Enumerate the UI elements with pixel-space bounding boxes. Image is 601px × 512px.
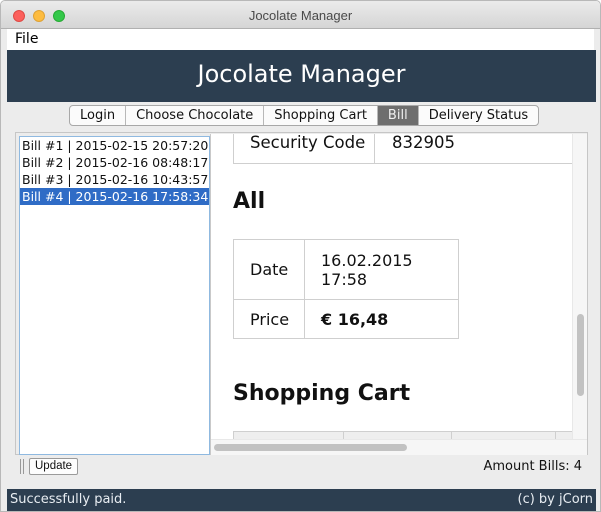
- update-button[interactable]: Update: [29, 458, 79, 475]
- table-divider: [374, 134, 375, 164]
- bill-list-item-selected[interactable]: Bill #4 | 2015-02-16 17:58:34: [20, 188, 209, 205]
- bill-list-item[interactable]: Bill #1 | 2015-02-15 20:57:20: [20, 137, 209, 154]
- status-message: Successfully paid.: [10, 492, 127, 507]
- security-code-label: Security Code: [250, 134, 366, 152]
- price-label: Price: [233, 299, 305, 339]
- bill-list[interactable]: Bill #1 | 2015-02-15 20:57:20 Bill #2 | …: [19, 136, 210, 455]
- horizontal-scrollbar[interactable]: [211, 439, 587, 455]
- bill-toolbar: Update Amount Bills: 4: [15, 456, 588, 478]
- bill-detail-view: Security Code 832905 All Date 16.02.2015…: [210, 134, 587, 455]
- amount-bills-label: Amount Bills: 4: [483, 459, 582, 474]
- tab-login[interactable]: Login: [70, 106, 127, 125]
- tab-bill[interactable]: Bill: [377, 106, 419, 125]
- header-title: Jocolate Manager: [197, 60, 406, 88]
- tab-bar: Login Choose Chocolate Shopping Cart Bil…: [69, 105, 540, 126]
- copyright-text: (c) by jCorn: [517, 492, 594, 507]
- tab-choose-chocolate[interactable]: Choose Chocolate: [126, 106, 265, 125]
- security-code-row: Security Code 832905: [233, 134, 573, 164]
- app-window: Jocolate Manager File Jocolate Manager L…: [0, 0, 601, 512]
- tab-delivery-status[interactable]: Delivery Status: [419, 106, 539, 125]
- security-code-value: 832905: [392, 134, 455, 152]
- bill-list-item[interactable]: Bill #3 | 2015-02-16 10:43:57: [20, 171, 209, 188]
- menu-file[interactable]: File: [15, 31, 38, 47]
- bill-info-table: Date 16.02.2015 17:58 Price € 16,48: [233, 239, 459, 339]
- app-header: Jocolate Manager: [7, 50, 596, 102]
- horizontal-scroll-thumb[interactable]: [214, 444, 407, 451]
- bill-list-item[interactable]: Bill #2 | 2015-02-16 08:48:17: [20, 154, 209, 171]
- status-bar: Successfully paid. (c) by jCorn: [7, 489, 596, 511]
- bill-panel: Bill #1 | 2015-02-15 20:57:20 Bill #2 | …: [15, 132, 588, 455]
- tab-shopping-cart[interactable]: Shopping Cart: [264, 106, 378, 125]
- all-heading: All: [233, 189, 266, 214]
- shopping-cart-heading: Shopping Cart: [233, 381, 411, 406]
- date-value: 16.02.2015 17:58: [304, 239, 459, 300]
- toolbar-grip-icon[interactable]: [20, 459, 24, 474]
- price-value: € 16,48: [304, 299, 459, 339]
- table-row: Date 16.02.2015 17:58: [233, 239, 459, 300]
- vertical-scroll-thumb[interactable]: [577, 314, 584, 396]
- window-title: Jocolate Manager: [248, 8, 353, 23]
- menu-bar: File: [7, 29, 594, 50]
- table-row: Price € 16,48: [233, 299, 459, 339]
- title-bar[interactable]: Jocolate Manager: [1, 1, 600, 29]
- date-label: Date: [233, 239, 305, 300]
- vertical-scrollbar[interactable]: [572, 134, 587, 439]
